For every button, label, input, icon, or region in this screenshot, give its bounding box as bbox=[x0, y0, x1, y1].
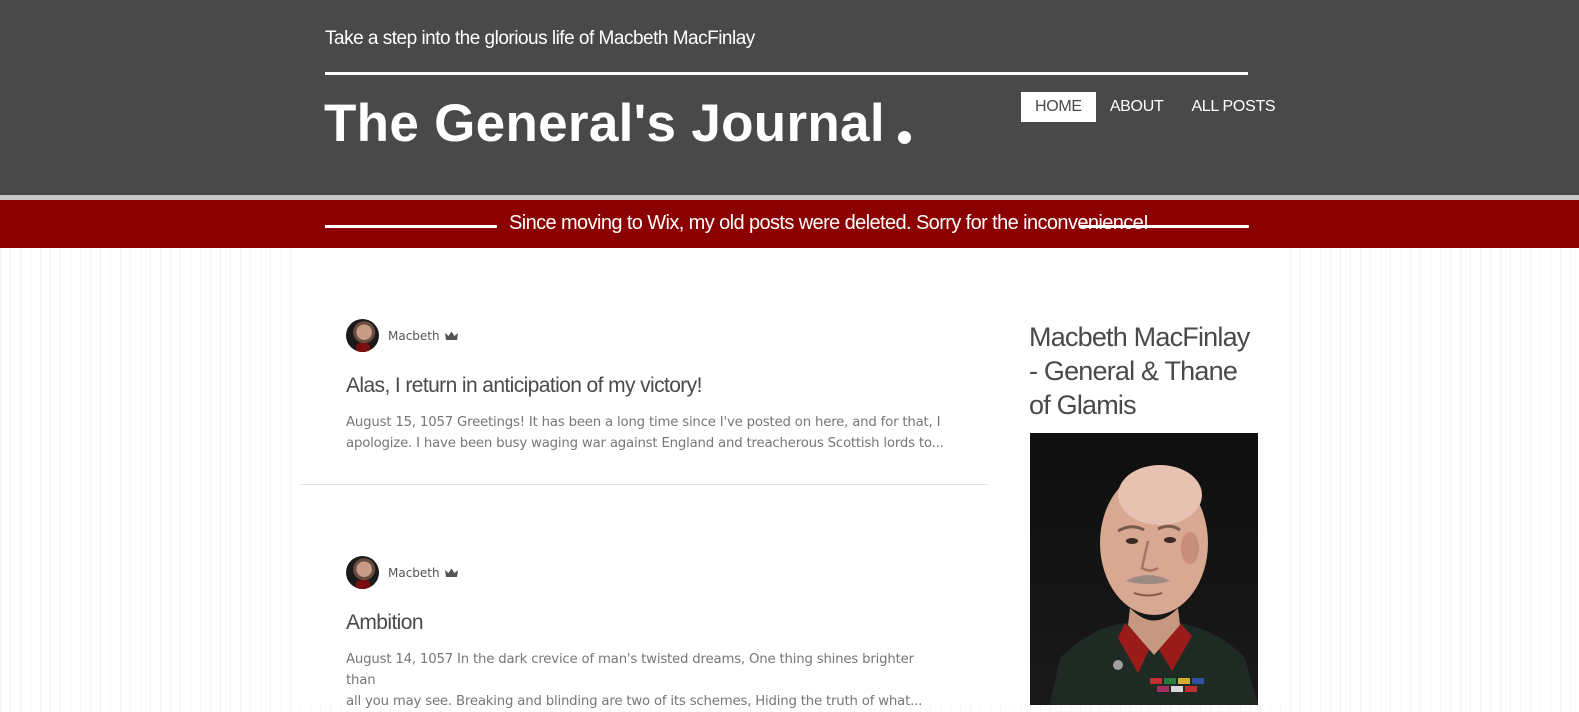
title-dot bbox=[898, 131, 911, 144]
post-title[interactable]: Ambition bbox=[346, 611, 424, 635]
post-excerpt[interactable]: August 14, 1057 In the dark crevice of m… bbox=[346, 649, 946, 712]
header-divider bbox=[325, 72, 1248, 75]
nav-home[interactable]: HOME bbox=[1021, 92, 1096, 122]
portrait-image bbox=[1030, 433, 1258, 705]
crown-icon bbox=[444, 568, 458, 577]
portrait-illustration bbox=[1050, 465, 1258, 705]
crown-icon bbox=[444, 331, 458, 340]
nav-about[interactable]: ABOUT bbox=[1096, 92, 1178, 122]
post-title[interactable]: Alas, I return in anticipation of my vic… bbox=[346, 374, 702, 398]
avatar[interactable] bbox=[346, 556, 379, 589]
nav-all-posts[interactable]: ALL POSTS bbox=[1177, 92, 1289, 122]
post-excerpt[interactable]: August 15, 1057 Greetings! It has been a… bbox=[346, 412, 946, 454]
main-nav: HOME ABOUT ALL POSTS bbox=[1021, 92, 1289, 122]
banner-rule-right bbox=[1079, 225, 1249, 228]
author-name[interactable]: Macbeth bbox=[388, 566, 440, 580]
banner-rule-left bbox=[325, 225, 497, 228]
post-card[interactable]: Macbeth Alas, I return in anticipation o… bbox=[300, 248, 988, 485]
author-name[interactable]: Macbeth bbox=[388, 329, 440, 343]
excerpt-line: apologize. I have been busy waging war a… bbox=[346, 436, 944, 451]
post-author[interactable]: Macbeth bbox=[346, 556, 458, 589]
excerpt-line: August 15, 1057 Greetings! It has been a… bbox=[346, 415, 941, 430]
excerpt-line: August 14, 1057 In the dark crevice of m… bbox=[346, 652, 914, 688]
banner-text: Since moving to Wix, my old posts were d… bbox=[509, 212, 1149, 234]
post-card[interactable]: Macbeth Ambition August 14, 1057 In the … bbox=[300, 485, 988, 709]
avatar[interactable] bbox=[346, 319, 379, 352]
site-title[interactable]: The General's Journal bbox=[324, 93, 885, 154]
site-header: Take a step into the glorious life of Ma… bbox=[0, 0, 1579, 195]
announcement-banner: Since moving to Wix, my old posts were d… bbox=[0, 200, 1579, 248]
excerpt-line: all you may see. Breaking and blinding a… bbox=[346, 694, 923, 709]
sidebar-title: Macbeth MacFinlay - General & Thane of G… bbox=[1029, 322, 1250, 420]
site-tagline: Take a step into the glorious life of Ma… bbox=[325, 28, 755, 49]
post-author[interactable]: Macbeth bbox=[346, 319, 458, 352]
